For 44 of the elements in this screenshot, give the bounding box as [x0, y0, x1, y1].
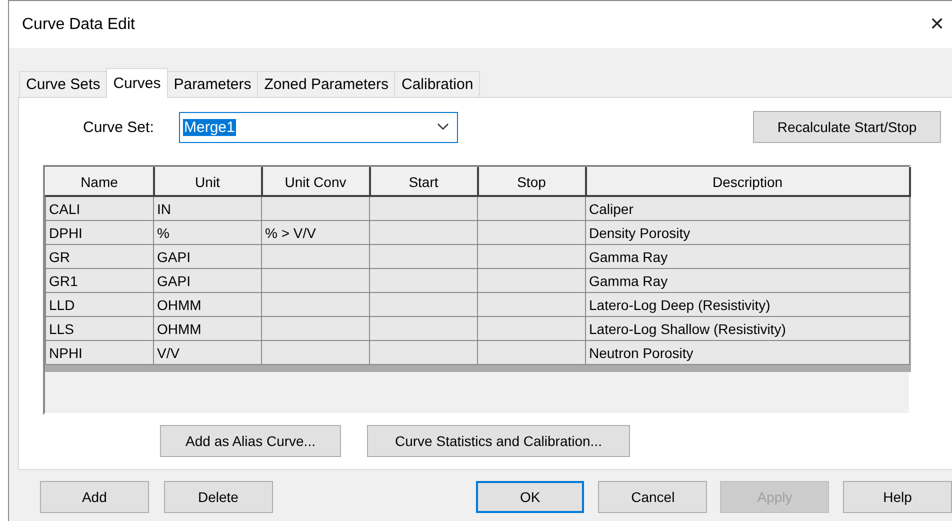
table-cell: IN [154, 196, 262, 220]
panel-button[interactable]: Add as Alias Curve... [160, 425, 341, 457]
table-cell: GAPI [154, 268, 262, 292]
table-cell: % > V/V [262, 220, 370, 244]
dialog-button[interactable]: Cancel [598, 481, 708, 513]
table-cell: Latero-Log Deep (Resistivity) [586, 292, 910, 316]
column-header[interactable]: Unit Conv [262, 168, 370, 196]
table-cell: % [154, 220, 262, 244]
tab[interactable]: Calibration [394, 71, 480, 97]
column-header[interactable]: Unit [154, 168, 262, 196]
table-cell: OHMM [154, 316, 262, 340]
table-cell: DPHI [46, 220, 154, 244]
dialog-button[interactable]: Delete [164, 481, 273, 513]
close-button[interactable]: ✕ [922, 14, 952, 35]
table-cell: Caliper [586, 196, 910, 220]
table-cell: OHMM [154, 292, 262, 316]
table-cell: Neutron Porosity [586, 340, 910, 364]
dialog-button[interactable]: Add [40, 481, 149, 513]
chevron-down-icon [437, 123, 449, 131]
table-cell: Gamma Ray [586, 268, 910, 292]
column-header[interactable]: Start [370, 168, 478, 196]
table-cell: LLD [46, 292, 154, 316]
window-title: Curve Data Edit [22, 16, 135, 34]
column-header[interactable]: Stop [478, 168, 586, 196]
table-cell: GR [46, 244, 154, 268]
column-header[interactable]: Name [46, 168, 154, 196]
table-cell: CALI [46, 196, 154, 220]
column-header[interactable]: Description [586, 168, 910, 196]
table-cell: LLS [46, 316, 154, 340]
table-cell: Density Porosity [586, 220, 910, 244]
dialog-button[interactable]: OK [476, 481, 584, 513]
field-label: Curve Set: [83, 118, 155, 136]
curve-set-dropdown[interactable]: Merge1 [179, 112, 458, 142]
table-cell: V/V [154, 340, 262, 364]
recalculate-button[interactable]: Recalculate Start/Stop [753, 111, 941, 143]
dialog-button[interactable]: Help [843, 481, 952, 513]
table-cell: GAPI [154, 244, 262, 268]
table-cell: NPHI [46, 340, 154, 364]
table-cell: Gamma Ray [586, 244, 910, 268]
tab[interactable]: Curves [106, 68, 168, 98]
table-cell: GR1 [46, 268, 154, 292]
table-cell: Latero-Log Shallow (Resistivity) [586, 316, 910, 340]
panel-button[interactable]: Curve Statistics and Calibration... [367, 425, 630, 457]
tab[interactable]: Curve Sets [19, 71, 108, 97]
